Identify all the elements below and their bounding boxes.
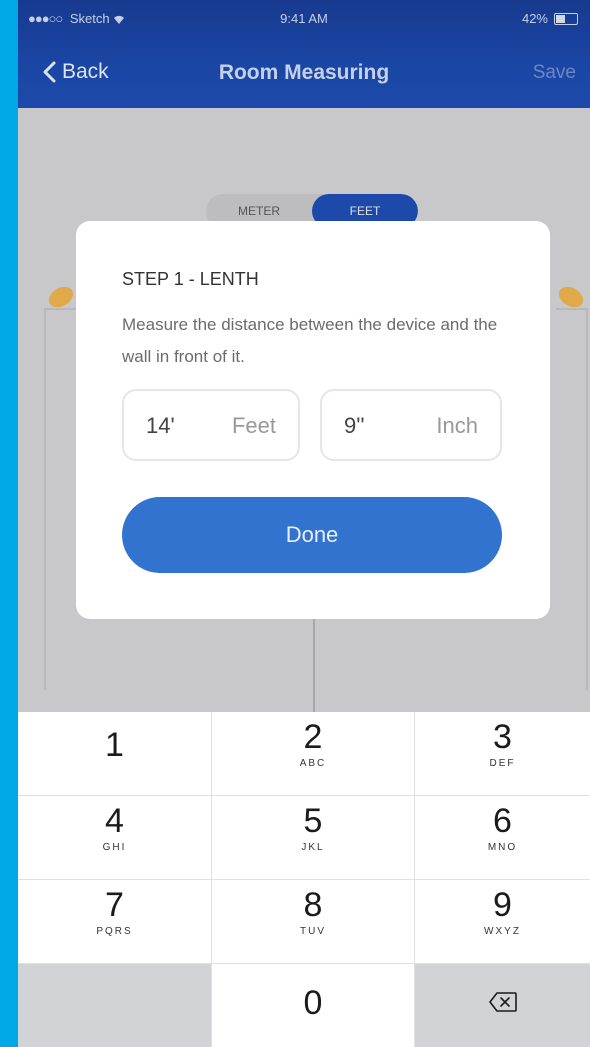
key-letters: GHI <box>102 842 127 853</box>
key-3[interactable]: 3 DEF <box>415 712 590 796</box>
key-digit: 2 <box>303 718 323 756</box>
key-letters: PQRS <box>96 926 133 937</box>
key-1[interactable]: 1 <box>18 712 212 796</box>
center-guide-line <box>313 608 315 712</box>
key-6[interactable]: 6 MNO <box>415 796 590 880</box>
key-digit: 9 <box>493 886 512 924</box>
save-button[interactable]: Save <box>533 62 576 84</box>
key-letters: WXYZ <box>484 926 521 937</box>
marker-right-icon <box>555 282 587 312</box>
key-5[interactable]: 5 JKL <box>212 796 415 880</box>
key-9[interactable]: 9 WXYZ <box>415 880 590 964</box>
key-digit: 3 <box>493 718 512 756</box>
inch-value: 9'' <box>344 413 365 438</box>
key-7[interactable]: 7 PQRS <box>18 880 212 964</box>
battery-percent: 42% <box>521 11 548 26</box>
key-letters: JKL <box>301 842 325 853</box>
feet-value: 14' <box>146 413 175 438</box>
key-letters: DEF <box>489 758 516 769</box>
dialog-description: Measure the distance between the device … <box>122 315 498 366</box>
key-8[interactable]: 8 TUV <box>212 880 415 964</box>
dialog-title: STEP 1 - LENTH <box>122 269 259 289</box>
inch-unit-label: Inch <box>436 413 478 438</box>
key-digit: 7 <box>105 886 124 924</box>
key-digit: 0 <box>303 984 323 1022</box>
key-letters: MNO <box>487 842 518 853</box>
key-blank <box>18 964 212 1047</box>
delete-key[interactable] <box>415 964 590 1047</box>
status-bar: ●●●○○ Sketch 9:41 AM 42% <box>18 8 590 30</box>
phone-screen: ●●●○○ Sketch 9:41 AM 42% Back Room Measu… <box>18 0 590 1047</box>
feet-unit-label: Feet <box>231 413 276 438</box>
battery-icon <box>554 12 578 25</box>
numeric-keypad: 1 2 ABC 3 DEF 4 GHI 5 JKL 6 MNO 7 PQRS 8 <box>18 712 590 1047</box>
navigation-bar: ●●●○○ Sketch 9:41 AM 42% Back Room Measu… <box>18 0 590 108</box>
key-0[interactable]: 0 <box>212 964 415 1047</box>
key-digit: 1 <box>105 726 124 764</box>
nav-row: Back Room Measuring Save <box>18 56 590 96</box>
wall-guide-left <box>44 308 76 690</box>
backspace-icon <box>488 992 517 1012</box>
key-4[interactable]: 4 GHI <box>18 796 212 880</box>
key-digit: 4 <box>105 802 124 840</box>
key-digit: 6 <box>493 802 512 840</box>
key-digit: 8 <box>303 886 323 924</box>
key-letters: TUV <box>300 926 326 937</box>
key-letters: ABC <box>299 758 327 769</box>
done-button[interactable]: Done <box>122 497 502 573</box>
status-time: 9:41 AM <box>280 11 328 26</box>
battery-info: 42% <box>522 11 578 26</box>
marker-left-icon <box>45 282 77 312</box>
feet-input[interactable]: 14' Feet <box>122 389 300 461</box>
inch-input[interactable]: 9'' Inch <box>320 389 502 461</box>
key-digit: 5 <box>303 802 323 840</box>
page-title: Room Measuring <box>218 61 390 84</box>
wall-guide-right <box>556 308 588 690</box>
key-2[interactable]: 2 ABC <box>212 712 415 796</box>
measurement-dialog: STEP 1 - LENTH Measure the distance betw… <box>76 221 550 619</box>
